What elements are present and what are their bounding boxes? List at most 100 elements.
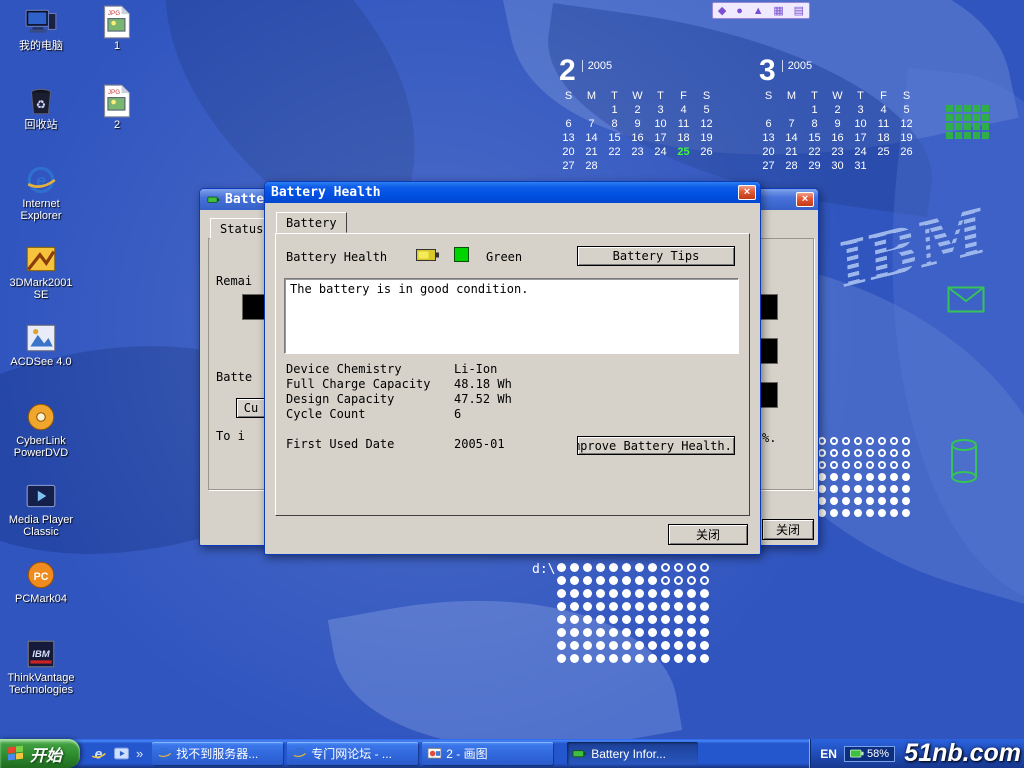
desktop-icon-cyberlink-powerdvd[interactable]: CyberLink PowerDVD <box>2 397 80 476</box>
svg-text:IBM: IBM <box>32 649 51 660</box>
internet-explorer-icon[interactable]: e <box>90 745 107 762</box>
field-label: Device Chemistry <box>286 362 402 376</box>
desktop-icon-label: Internet Explorer <box>2 198 80 222</box>
field-value: 2005-01 <box>454 437 505 451</box>
calendar-year: 2005 <box>582 60 612 72</box>
desktop-icon-thinkvantage-technologies[interactable]: IBM ThinkVantage Technologies <box>2 634 80 713</box>
battery-field-row: Full Charge Capacity 48.18 Wh <box>276 377 749 392</box>
close-window-button[interactable]: 关闭 <box>762 519 814 540</box>
condition-textbox: The battery is in good condition. <box>284 278 739 354</box>
calendar-month-number: 2 <box>559 56 576 86</box>
battery-icon <box>850 749 864 758</box>
gauge-block <box>760 382 778 408</box>
desktop-icon-pcmark04[interactable]: PCPCMark04 <box>2 555 80 634</box>
cyberlink-powerdvd-icon <box>24 400 58 434</box>
chevron-expand-icon[interactable] <box>136 746 143 761</box>
taskbar-task-button[interactable]: Battery Infor... <box>567 742 698 765</box>
desktop-icon-jpg-file-2[interactable]: JPG2 <box>94 81 140 160</box>
ie-icon: e <box>157 746 172 761</box>
dialog-title: Battery Health <box>271 185 381 200</box>
calendar-year: 2005 <box>782 60 812 72</box>
file-icon-column: JPG 1 JPG2 <box>94 2 140 160</box>
desktop-icon-label: 3DMark2001 SE <box>2 277 80 301</box>
battery-health-titlebar[interactable]: Battery Health <box>265 182 760 203</box>
desktop-icon-recycle-bin[interactable]: ♻ 回收站 <box>2 81 80 160</box>
pointer-icon[interactable] <box>718 4 726 17</box>
desktop-icon-my-computer[interactable]: 我的电脑 <box>2 2 80 81</box>
svg-text:e: e <box>95 745 103 761</box>
battery-tab-pane: Battery Health Green Battery Tips The ba… <box>275 233 750 516</box>
task-label: 专门网论坛 - ... <box>311 745 392 762</box>
3dmark2001-se-icon <box>24 242 58 276</box>
play-icon[interactable] <box>753 5 764 17</box>
field-label: Full Charge Capacity <box>286 377 431 391</box>
svg-text:JPG: JPG <box>108 10 120 17</box>
battery-tips-button[interactable]: Battery Tips <box>577 246 735 266</box>
desktop-icon-3dmark2001-se[interactable]: 3DMark2001 SE <box>2 239 80 318</box>
improve-battery-health-button[interactable]: Improve Battery Health... <box>577 436 735 455</box>
close-icon[interactable] <box>738 185 756 200</box>
taskbar: 开始 e e 找不到服务器... e 专门网论坛 - ... 2 - 画图 Battery… <box>0 739 1024 768</box>
my-computer-icon <box>24 5 58 39</box>
ie-icon: e <box>292 746 307 761</box>
field-value: Li-Ion <box>454 362 497 376</box>
internet-explorer-icon: e <box>24 163 58 197</box>
health-label: Battery Health <box>286 250 387 264</box>
quick-launch: e <box>80 739 149 768</box>
desktop-icon-acdsee[interactable]: ACDSee 4.0 <box>2 318 80 397</box>
desktop-icon-label: ThinkVantage Technologies <box>2 672 80 696</box>
envelope-icon <box>947 286 985 313</box>
tab-battery[interactable]: Battery <box>276 212 347 233</box>
taskbar-task-button[interactable]: e 找不到服务器... <box>152 742 283 765</box>
field-label: Cycle Count <box>286 407 365 421</box>
drive-label: d:\ <box>532 562 555 577</box>
pcmark04-icon: PC <box>24 558 58 592</box>
desktop-icon-label: ACDSee 4.0 <box>10 356 71 368</box>
record-icon[interactable] <box>736 5 743 17</box>
battery-field-row: Device Chemistry Li-Ion <box>276 362 749 377</box>
battery-icon <box>206 193 221 206</box>
taskbar-task-button[interactable]: e 专门网论坛 - ... <box>287 742 418 765</box>
svg-text:PC: PC <box>34 571 49 583</box>
to-increase-label: To i <box>216 429 245 443</box>
current-settings-button[interactable]: Cu <box>236 398 266 418</box>
field-value: 6 <box>454 407 461 421</box>
task-button-strip: e 找不到服务器... e 专门网论坛 - ... 2 - 画图 Battery Info… <box>149 739 699 768</box>
system-tray: EN 58% <box>809 739 1024 768</box>
svg-text:JPG: JPG <box>108 89 120 96</box>
battery-tray-indicator[interactable]: 58% <box>844 746 895 762</box>
grid-icon[interactable] <box>773 4 783 17</box>
battery-health-body: Battery Battery Health Green Battery Tip… <box>267 203 758 552</box>
close-dialog-button[interactable]: 关闭 <box>668 524 748 545</box>
notes-icon[interactable] <box>794 4 804 17</box>
battery-icon <box>572 746 587 761</box>
desktop-widget-toolbar[interactable] <box>712 2 810 19</box>
desktop-icon-label: 1 <box>114 40 120 52</box>
paint-icon <box>427 746 442 761</box>
desktop-icon-media-player-classic[interactable]: Media Player Classic <box>2 476 80 555</box>
desktop-icon-label: Media Player Classic <box>2 514 80 538</box>
thinkvantage-technologies-icon: IBM <box>24 637 58 671</box>
field-value: 47.52 Wh <box>454 392 512 406</box>
field-value: 48.18 Wh <box>454 377 512 391</box>
recycle-bin-icon: ♻ <box>24 84 58 118</box>
desktop-icon-column: 我的电脑 ♻ 回收站 eInternet Explorer 3DMark2001 SE A… <box>2 2 80 713</box>
wallpaper-calendar-february: 22005 SMTWTFS123456789101112131415161718… <box>557 56 718 173</box>
remaining-label: Remai <box>216 274 252 288</box>
gauge-block <box>242 294 266 320</box>
desktop-icon-jpg-file-1[interactable]: JPG 1 <box>94 2 140 81</box>
desktop-icon-internet-explorer[interactable]: eInternet Explorer <box>2 160 80 239</box>
media-player-icon[interactable] <box>113 745 130 762</box>
task-label: 找不到服务器... <box>176 745 258 762</box>
task-label: Battery Infor... <box>591 747 666 761</box>
field-label: Design Capacity <box>286 392 394 406</box>
close-icon[interactable] <box>796 192 814 207</box>
desktop-icon-label: 回收站 <box>25 119 58 131</box>
svg-text:♻: ♻ <box>36 98 46 111</box>
start-button[interactable]: 开始 <box>0 739 80 768</box>
language-indicator[interactable]: EN <box>820 747 837 761</box>
battery-health-dialog: Battery Health Battery Battery Health Gr… <box>264 181 761 555</box>
taskbar-task-button[interactable]: 2 - 画图 <box>422 742 553 765</box>
task-label: 2 - 画图 <box>446 745 487 762</box>
windows-logo-icon <box>8 746 25 761</box>
